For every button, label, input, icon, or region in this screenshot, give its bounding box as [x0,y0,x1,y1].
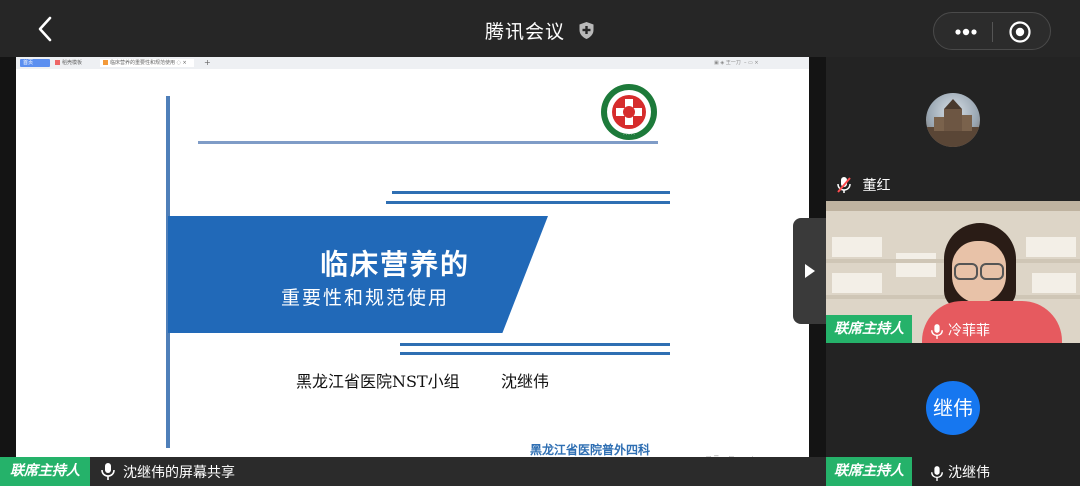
background-books [1032,273,1076,293]
microphone-icon [931,323,943,339]
slide-rule-low2 [400,352,670,355]
background-books [896,253,936,277]
mini-program-capsule [933,12,1051,50]
target-circle-icon[interactable] [1008,20,1032,44]
slide-rule-mid1 [392,191,670,194]
co-host-badge: 联席主持人 [0,457,90,486]
participant-name: 冷菲菲 [948,323,990,339]
microphone-muted-icon [837,177,851,193]
slide-rule-top [198,141,658,144]
hospital-logo-icon: · · · · · [601,84,657,140]
glasses-icon [980,263,1004,280]
play-arrow-icon [804,264,815,278]
browser-tab-home[interactable]: 首页 [20,59,50,67]
background-shelf [826,201,1080,211]
participant-name: 沈继伟 [948,465,990,481]
shared-browser-window: 首页 稻壳模板 临床营养的重要性和规范使用 ◌ × + ▣ ◈ 王一刀 – ▭ … [16,57,809,457]
co-host-badge: 联席主持人 [826,315,912,343]
meeting-title: 腾讯会议 [484,21,565,43]
background-books [832,237,882,257]
share-status-bar: 联席主持人 沈继伟的屏幕共享 [0,457,826,486]
microphone-icon [101,463,115,480]
participant-name-row: 冷菲菲 [930,320,990,340]
participant-video[interactable]: 联席主持人 冷菲菲 [826,201,1080,343]
background-books [832,273,882,293]
slide-title: 临床营养的 [320,248,471,281]
browser-user-label[interactable]: ▣ ◈ 王一刀 – ▭ × [714,59,759,66]
slide-authors: 黑龙江省医院NST小组 [296,372,460,391]
background-books [1026,237,1076,257]
tab-label: 临床营养的重要性和规范使用 [110,60,176,66]
avatar-photo-icon [926,99,980,147]
browser-user-name: 王一刀 [725,60,741,66]
slide-rule-mid2 [386,201,670,204]
new-tab-button[interactable]: + [204,58,211,67]
slide-rule-low1 [400,343,670,346]
collapse-panel-button[interactable] [793,218,826,324]
participant-row[interactable]: 联席主持人 沈继伟 [826,457,1080,486]
participant-name-row: 沈继伟 [930,462,990,482]
co-host-badge: 联席主持人 [826,457,912,486]
tab-label: 稻壳模板 [62,60,83,66]
slide-subtitle: 重要性和规范使用 [281,287,450,309]
participant-row[interactable]: 董红 [836,175,890,195]
browser-tab-document[interactable]: 临床营养的重要性和规范使用 ◌ × [100,59,194,67]
tab-favicon-icon [55,60,60,65]
microphone-icon [931,465,943,481]
glasses-icon [954,263,978,280]
slide-presenter: 沈继伟 [501,372,550,391]
tab-favicon-icon [103,60,108,65]
participant-avatar[interactable] [926,93,980,147]
capsule-divider [992,22,993,42]
shield-plus-icon[interactable] [578,21,595,40]
meeting-title-group: 腾讯会议 [0,17,1080,44]
browser-tab-templates[interactable]: 稻壳模板 [52,59,98,67]
tab-label: 首页 [23,60,34,66]
presentation-slide: · · · · · 临床营养的 重要性和规范使用 黑龙江省医院NST小组 沈继伟… [16,69,809,457]
participants-panel: 董红 联席主持人 冷菲菲 继伟 联席主持人 沈继伟 [826,57,1080,486]
slide-department: 黑龙江省医院普外四科 [530,443,651,457]
meeting-header: 腾讯会议 [0,0,1080,57]
screen-share-area: 首页 稻壳模板 临床营养的重要性和规范使用 ◌ × + ▣ ◈ 王一刀 – ▭ … [0,57,826,457]
participant-name: 董红 [862,178,891,194]
screen-share-status: 沈继伟的屏幕共享 [123,465,235,481]
svg-text:· · · · ·: · · · · · [623,132,634,137]
more-dots-icon[interactable] [948,22,984,42]
participant-avatar[interactable]: 继伟 [926,381,980,435]
